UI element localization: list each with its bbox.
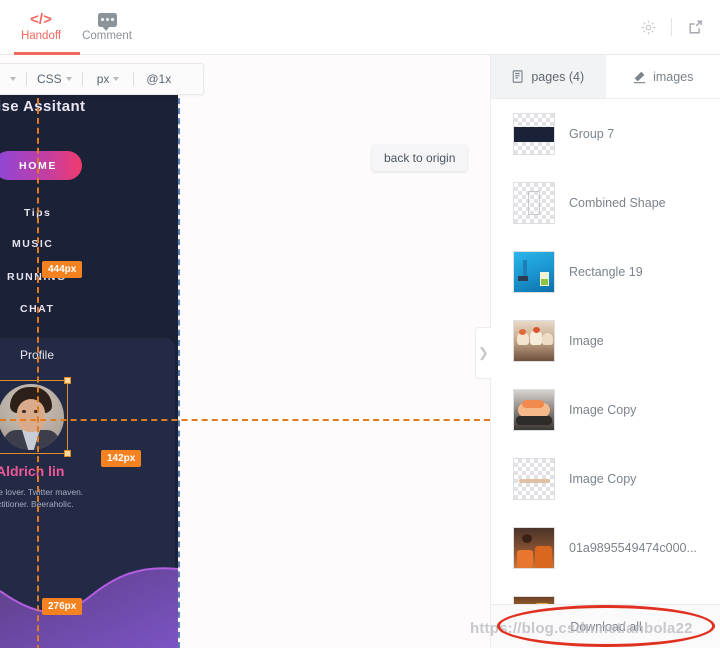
list-item[interactable]: Combined Shape xyxy=(491,168,720,237)
measurement-badge-height: 276px xyxy=(42,598,83,615)
asset-name: Image Copy xyxy=(569,402,637,417)
asset-thumbnail xyxy=(513,526,555,569)
list-item[interactable]: Group 7 xyxy=(491,99,720,168)
divider xyxy=(26,72,27,86)
chevron-down-icon xyxy=(10,77,16,81)
handoff-options-toolbar: CSS px @1x xyxy=(0,63,204,95)
download-all-label: Download all xyxy=(570,619,642,634)
menu-item-music[interactable]: MUSIC xyxy=(12,238,53,250)
mode-tab-group: </> Handoff Comment xyxy=(8,0,140,55)
tab-handoff[interactable]: </> Handoff xyxy=(8,0,80,55)
asset-thumbnail xyxy=(513,112,555,155)
asset-name: Rectangle 19 xyxy=(569,264,643,279)
chevron-down-icon xyxy=(113,77,120,81)
tab-comment-label: Comment xyxy=(82,29,132,42)
chevron-right-icon: ❯ xyxy=(478,345,489,360)
profile-name: Aldrich lin xyxy=(0,463,65,479)
list-item[interactable]: Image Copy xyxy=(491,444,720,513)
toolbar-divider xyxy=(671,18,672,36)
asset-thumbnail xyxy=(513,181,555,224)
gear-icon xyxy=(641,20,655,34)
tab-pages[interactable]: pages (4) xyxy=(491,55,606,98)
code-format-value: CSS xyxy=(37,72,62,86)
asset-thumbnail xyxy=(513,457,555,500)
divider xyxy=(133,72,135,86)
share-button[interactable] xyxy=(678,10,712,44)
resize-handle[interactable] xyxy=(64,450,71,457)
right-sidebar: ❯ pages (4) images Group 7 Combined Shap… xyxy=(475,55,720,648)
zeplin-handoff-window: </> Handoff Comment CSS px @1x se Assita… xyxy=(0,0,720,648)
wave-decoration xyxy=(0,543,178,648)
home-button[interactable]: HOME xyxy=(0,151,82,180)
scale-value: @1x xyxy=(146,72,172,86)
export-icon xyxy=(689,19,702,33)
pages-icon xyxy=(513,69,523,83)
horizontal-guide xyxy=(0,419,490,421)
list-item[interactable]: 01a9895549474c000... xyxy=(491,513,720,582)
asset-name: Group 7 xyxy=(569,126,615,141)
avatar[interactable] xyxy=(0,384,64,450)
tab-images-label: images xyxy=(653,69,694,84)
asset-thumbnail xyxy=(513,319,555,362)
code-icon: </> xyxy=(30,11,52,28)
design-canvas[interactable]: rcise Assitant HOME Tips MUSIC RUNNING C… xyxy=(0,55,490,648)
density-dropdown[interactable] xyxy=(0,77,26,81)
artboard[interactable]: rcise Assitant HOME Tips MUSIC RUNNING C… xyxy=(0,88,178,648)
asset-list[interactable]: Group 7 Combined Shape Rectangle 19 Imag… xyxy=(491,99,720,648)
tab-handoff-label: Handoff xyxy=(20,30,62,42)
list-item[interactable]: Rectangle 19 xyxy=(491,237,720,306)
asset-name: Image xyxy=(569,333,604,348)
scale-dropdown[interactable]: @1x xyxy=(146,72,171,86)
profile-bio-line-2: t practitioner. Beeraholic. xyxy=(0,499,74,509)
unit-value: px xyxy=(96,72,110,86)
profile-bio: coffee lover. Twitter maven. t practitio… xyxy=(0,486,165,510)
measurement-badge-width: 444px xyxy=(42,261,83,278)
asset-thumbnail xyxy=(513,250,555,293)
top-toolbar: </> Handoff Comment xyxy=(0,0,720,55)
tab-images[interactable]: images xyxy=(606,55,720,98)
asset-name: Combined Shape xyxy=(569,195,666,210)
measurement-badge-offset: 142px xyxy=(101,450,142,467)
vertical-guide xyxy=(37,88,39,648)
comment-icon xyxy=(97,12,117,31)
back-to-origin-tooltip[interactable]: back to origin xyxy=(372,145,468,171)
asset-name: 01a9895549474c000... xyxy=(569,540,697,555)
settings-button[interactable] xyxy=(631,10,665,44)
divider xyxy=(81,72,83,86)
asset-name: Image Copy xyxy=(569,471,637,486)
top-actions xyxy=(631,0,712,54)
profile-bio-line-1: coffee lover. Twitter maven. xyxy=(0,487,84,497)
tab-pages-label: pages (4) xyxy=(531,69,585,84)
unit-dropdown[interactable]: px xyxy=(97,72,120,86)
collapse-panel-button[interactable]: ❯ xyxy=(475,327,491,379)
brush-icon xyxy=(633,71,646,83)
asset-thumbnail xyxy=(513,388,555,431)
list-item[interactable]: Image xyxy=(491,306,720,375)
sidebar-tab-bar: pages (4) images xyxy=(491,55,720,99)
list-item[interactable]: Image Copy xyxy=(491,375,720,444)
artboard-title: rcise Assitant xyxy=(0,98,86,115)
code-format-dropdown[interactable]: CSS xyxy=(37,72,72,86)
tab-comment[interactable]: Comment xyxy=(74,0,140,54)
download-all-button[interactable]: Download all xyxy=(491,604,720,648)
chevron-down-icon xyxy=(65,77,72,81)
resize-handle[interactable] xyxy=(64,377,71,384)
